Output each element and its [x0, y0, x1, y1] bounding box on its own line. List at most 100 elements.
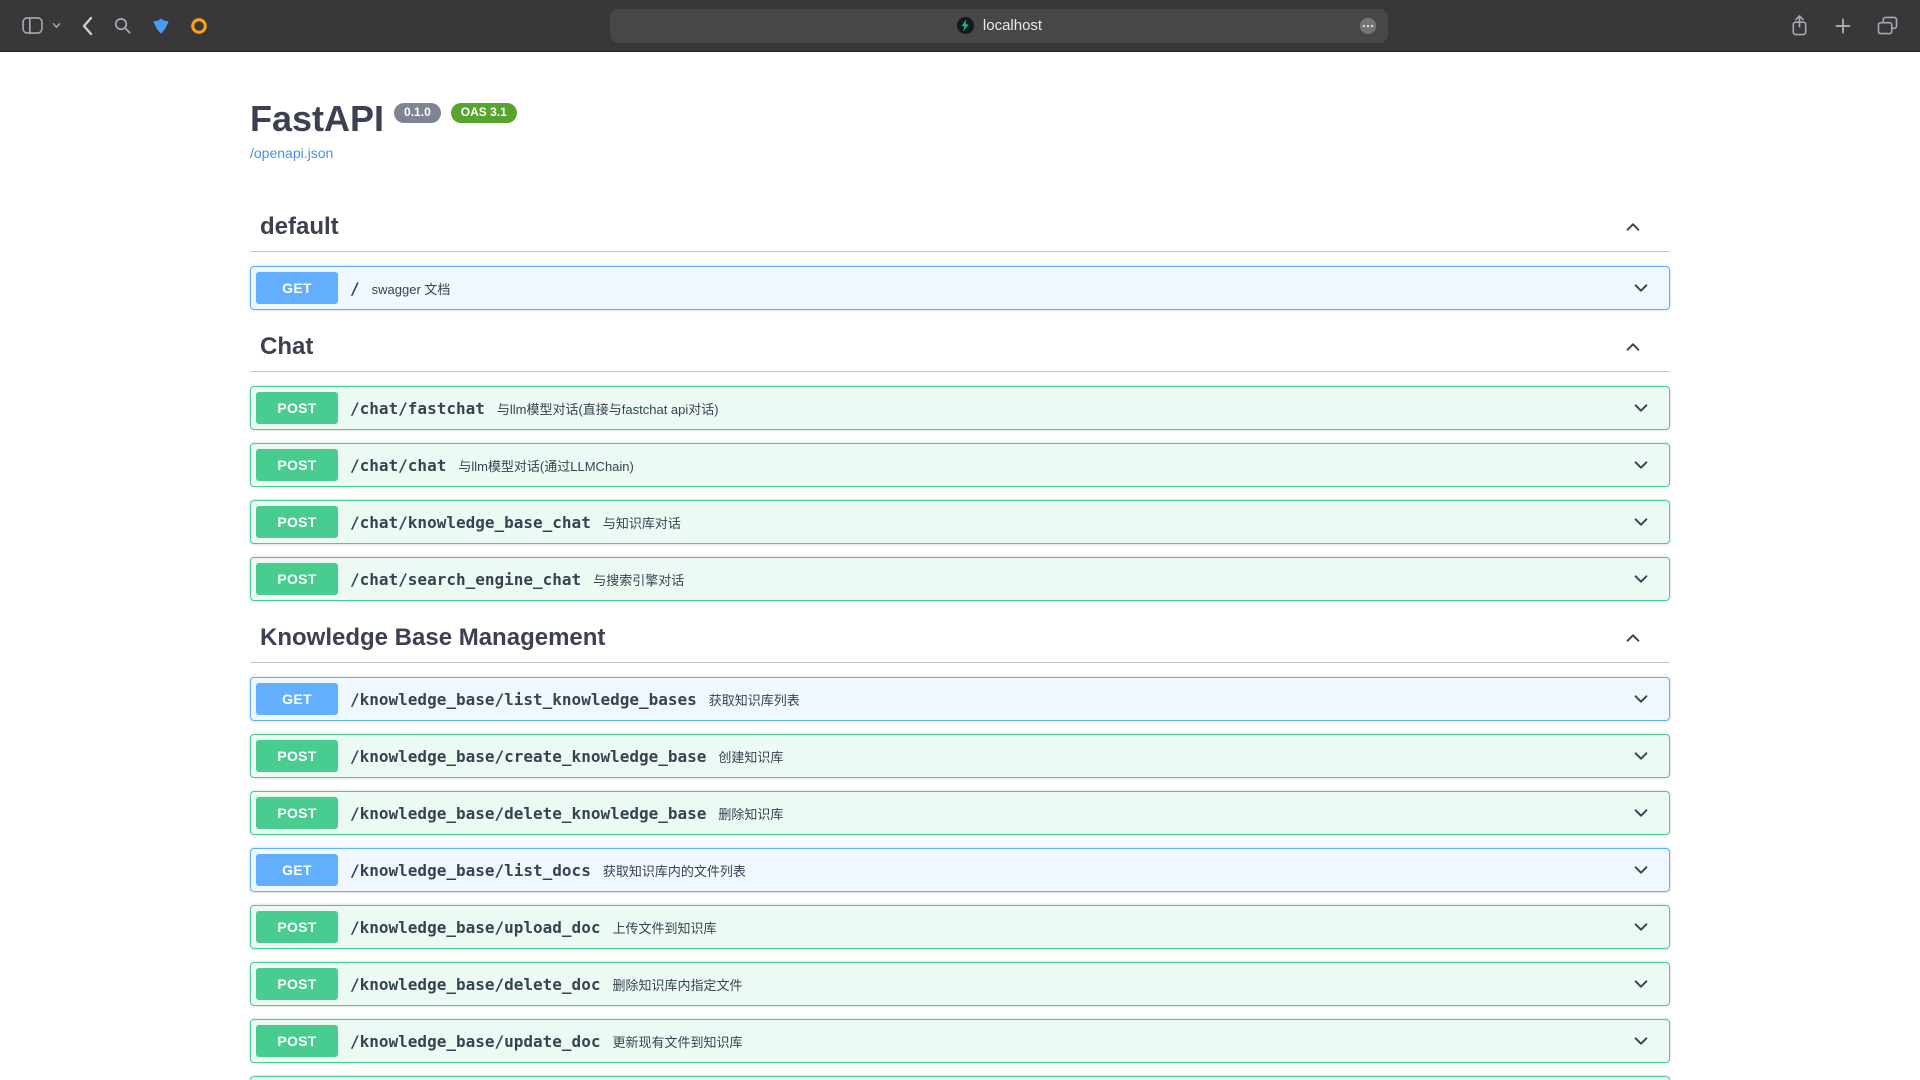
operation-summary[interactable]: GET /knowledge_base/list_docs 获取知识库内的文件列… — [251, 849, 1669, 891]
operation-row[interactable]: POST /knowledge_base/recreate_vector_sto… — [250, 1076, 1670, 1080]
method-badge: POST — [256, 506, 338, 538]
api-section: Chat POST /chat/fastchat 与llm模型对话(直接与fas… — [250, 323, 1670, 601]
operation-row[interactable]: POST /chat/chat 与llm模型对话(通过LLMChain) — [250, 443, 1670, 487]
extension-button-blue[interactable] — [150, 15, 172, 37]
operation-summary[interactable]: POST /chat/search_engine_chat 与搜索引擎对话 — [251, 558, 1669, 600]
operation-summary[interactable]: POST /knowledge_base/upload_doc 上传文件到知识库 — [251, 906, 1669, 948]
api-section: default GET / swagger 文档 — [250, 203, 1670, 310]
address-bar[interactable]: localhost — [610, 9, 1388, 43]
operation-path: /chat/search_engine_chat — [350, 570, 581, 589]
sidebar-toggle-button[interactable] — [20, 15, 45, 36]
swagger-wrapper: FastAPI 0.1.0 OAS 3.1 /openapi.json defa… — [250, 52, 1670, 1080]
operation-summary[interactable]: POST /knowledge_base/update_doc 更新现有文件到知… — [251, 1020, 1669, 1062]
extension-button-orange[interactable] — [188, 15, 210, 37]
operation-row[interactable]: POST /knowledge_base/upload_doc 上传文件到知识库 — [250, 905, 1670, 949]
api-section: Knowledge Base Management GET /knowledge… — [250, 614, 1670, 1080]
expand-operation-button[interactable] — [1618, 975, 1664, 993]
expand-operation-button[interactable] — [1618, 1032, 1664, 1050]
section-header[interactable]: Chat — [250, 323, 1670, 372]
operation-summary[interactable]: GET / swagger 文档 — [251, 267, 1669, 309]
section-header[interactable]: default — [250, 203, 1670, 252]
chevron-down-icon — [1632, 279, 1650, 297]
chevron-down-icon — [52, 22, 61, 29]
sidebar-menu-button[interactable] — [50, 20, 63, 31]
operation-description: 与搜索引擎对话 — [593, 570, 1618, 589]
operation-summary[interactable]: GET /knowledge_base/list_knowledge_bases… — [251, 678, 1669, 720]
operation-summary[interactable]: POST /knowledge_base/delete_knowledge_ba… — [251, 792, 1669, 834]
chevron-down-icon — [1632, 747, 1650, 765]
operation-description: 创建知识库 — [718, 747, 1618, 766]
version-badge: 0.1.0 — [394, 103, 441, 123]
api-sections: default GET / swagger 文档 Chat POST /ch — [250, 203, 1670, 1080]
operation-row[interactable]: GET /knowledge_base/list_docs 获取知识库内的文件列… — [250, 848, 1670, 892]
operation-description: 与知识库对话 — [603, 513, 1618, 532]
toolbar-center-group: localhost — [210, 9, 1788, 43]
operation-summary[interactable]: POST /chat/fastchat 与llm模型对话(直接与fastchat… — [251, 387, 1669, 429]
operation-list: POST /chat/fastchat 与llm模型对话(直接与fastchat… — [250, 386, 1670, 601]
ellipsis-circle-icon — [1358, 16, 1378, 36]
page-menu-button[interactable] — [1358, 16, 1378, 36]
chevron-down-icon — [1632, 570, 1650, 588]
expand-operation-button[interactable] — [1618, 279, 1664, 297]
expand-operation-button[interactable] — [1618, 513, 1664, 531]
operation-row[interactable]: POST /chat/fastchat 与llm模型对话(直接与fastchat… — [250, 386, 1670, 430]
expand-operation-button[interactable] — [1618, 861, 1664, 879]
operation-row[interactable]: POST /knowledge_base/create_knowledge_ba… — [250, 734, 1670, 778]
tab-overview-button[interactable] — [1875, 14, 1900, 37]
chevron-down-icon — [1632, 918, 1650, 936]
orange-ring-extension-icon — [190, 17, 208, 35]
method-badge: POST — [256, 392, 338, 424]
sidebar-panel-icon — [22, 17, 43, 34]
chevron-down-icon — [1632, 1032, 1650, 1050]
expand-operation-button[interactable] — [1618, 804, 1664, 822]
browser-toolbar: localhost — [0, 0, 1920, 52]
share-button[interactable] — [1788, 12, 1811, 39]
operation-path: /knowledge_base/update_doc — [350, 1032, 600, 1051]
operation-summary[interactable]: POST /knowledge_base/delete_doc 删除知识库内指定… — [251, 963, 1669, 1005]
back-button[interactable] — [79, 14, 95, 38]
operation-row[interactable]: POST /knowledge_base/delete_knowledge_ba… — [250, 791, 1670, 835]
magnifier-icon — [113, 16, 132, 35]
operation-row[interactable]: POST /chat/search_engine_chat 与搜索引擎对话 — [250, 557, 1670, 601]
operation-path: /knowledge_base/create_knowledge_base — [350, 747, 706, 766]
api-title-text: FastAPI — [250, 98, 384, 139]
collapse-section-button[interactable] — [1624, 629, 1642, 647]
chevron-down-icon — [1632, 513, 1650, 531]
chevron-up-icon — [1624, 629, 1642, 647]
operation-path: /chat/knowledge_base_chat — [350, 513, 591, 532]
expand-operation-button[interactable] — [1618, 456, 1664, 474]
operation-description: 获取知识库内的文件列表 — [603, 861, 1618, 880]
operation-path: /chat/chat — [350, 456, 446, 475]
method-badge: POST — [256, 740, 338, 772]
chevron-down-icon — [1632, 861, 1650, 879]
fastapi-lightning-favicon — [956, 16, 975, 35]
operation-row[interactable]: GET /knowledge_base/list_knowledge_bases… — [250, 677, 1670, 721]
operation-row[interactable]: POST /chat/knowledge_base_chat 与知识库对话 — [250, 500, 1670, 544]
operation-list: GET / swagger 文档 — [250, 266, 1670, 310]
operation-row[interactable]: GET / swagger 文档 — [250, 266, 1670, 310]
openapi-spec-link[interactable]: /openapi.json — [250, 145, 333, 161]
toolbar-left-group — [20, 14, 210, 38]
operation-summary[interactable]: POST /chat/chat 与llm模型对话(通过LLMChain) — [251, 444, 1669, 486]
page-content: FastAPI 0.1.0 OAS 3.1 /openapi.json defa… — [0, 52, 1920, 1080]
expand-operation-button[interactable] — [1618, 690, 1664, 708]
expand-operation-button[interactable] — [1618, 399, 1664, 417]
operation-summary[interactable]: POST /chat/knowledge_base_chat 与知识库对话 — [251, 501, 1669, 543]
expand-operation-button[interactable] — [1618, 570, 1664, 588]
method-badge: GET — [256, 272, 338, 304]
share-up-arrow-icon — [1790, 14, 1809, 37]
expand-operation-button[interactable] — [1618, 918, 1664, 936]
new-tab-button[interactable] — [1831, 14, 1855, 38]
expand-operation-button[interactable] — [1618, 747, 1664, 765]
section-header[interactable]: Knowledge Base Management — [250, 614, 1670, 663]
operation-description: 与llm模型对话(通过LLMChain) — [458, 456, 1618, 475]
operation-row[interactable]: POST /knowledge_base/update_doc 更新现有文件到知… — [250, 1019, 1670, 1063]
collapse-section-button[interactable] — [1624, 218, 1642, 236]
collapse-section-button[interactable] — [1624, 338, 1642, 356]
operation-summary[interactable]: POST /knowledge_base/create_knowledge_ba… — [251, 735, 1669, 777]
blue-extension-icon — [152, 17, 170, 35]
search-button[interactable] — [111, 14, 134, 37]
chevron-up-icon — [1624, 218, 1642, 236]
operation-row[interactable]: POST /knowledge_base/delete_doc 删除知识库内指定… — [250, 962, 1670, 1006]
operation-path: /knowledge_base/delete_doc — [350, 975, 600, 994]
